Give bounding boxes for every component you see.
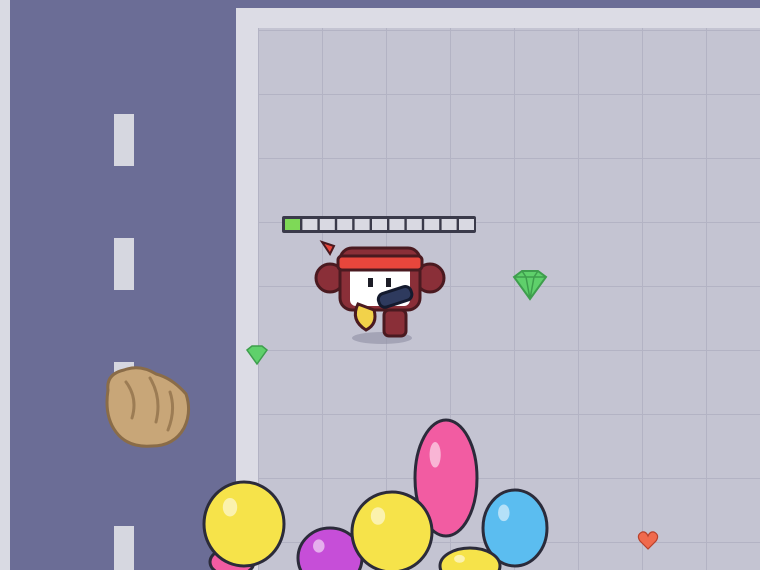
xp-segment-empty xyxy=(302,219,318,230)
floor-tiles xyxy=(258,28,760,570)
lane-marking xyxy=(114,526,134,570)
road-edge-line xyxy=(0,0,10,570)
game-canvas xyxy=(0,0,760,570)
balloon-yellow xyxy=(350,490,434,570)
xp-segment-empty xyxy=(441,219,457,230)
xp-bar xyxy=(282,216,476,233)
balloon-yellow xyxy=(202,480,286,568)
xp-segment-empty xyxy=(424,219,440,230)
game-scene xyxy=(0,0,760,570)
xp-segment-empty xyxy=(459,219,474,230)
building-floor xyxy=(236,8,760,570)
xp-segment-empty xyxy=(406,219,422,230)
xp-segment-empty xyxy=(389,219,405,230)
xp-segment-empty xyxy=(319,219,335,230)
lane-marking xyxy=(114,114,134,166)
xp-segment-empty xyxy=(354,219,370,230)
xp-segment-filled xyxy=(285,219,300,230)
lane-marking xyxy=(114,238,134,290)
xp-segment-empty xyxy=(337,219,353,230)
road xyxy=(0,0,236,570)
xp-segment-empty xyxy=(372,219,387,230)
